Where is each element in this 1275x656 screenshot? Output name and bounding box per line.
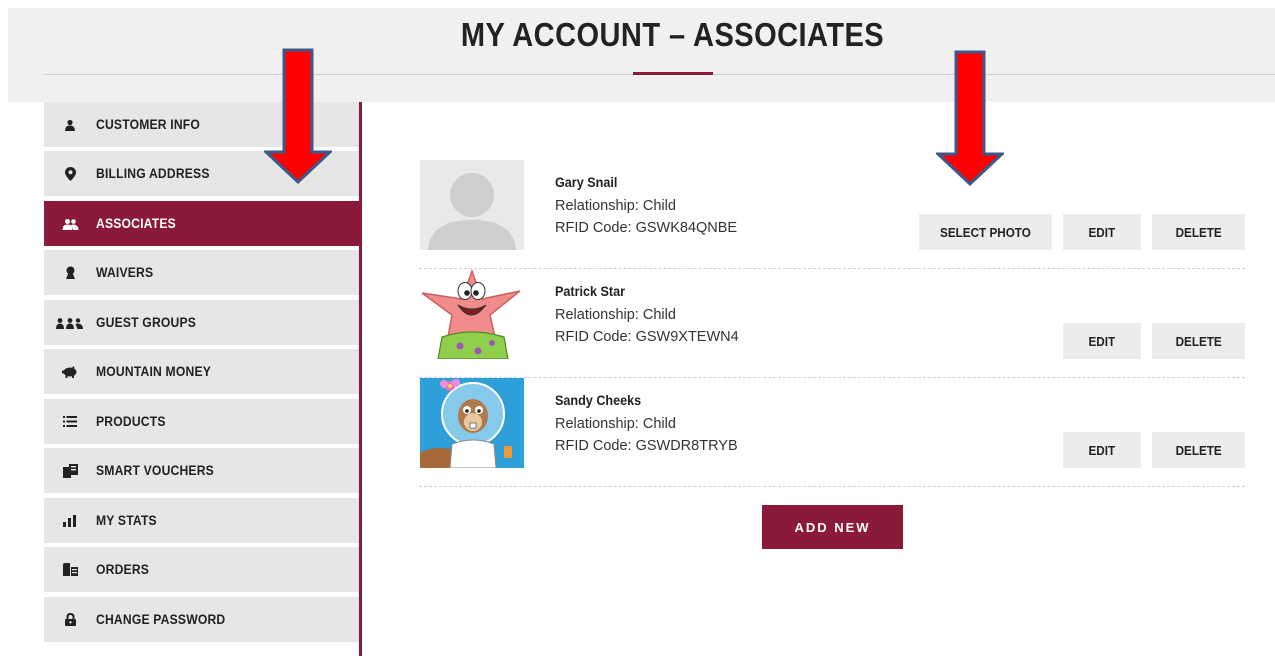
sidebar-item-waivers[interactable]: WAIVERS xyxy=(44,250,359,295)
users-icon xyxy=(44,218,96,230)
title-underline xyxy=(633,72,713,75)
map-pin-icon xyxy=(44,166,96,181)
group-icon xyxy=(44,317,96,329)
associate-row: Sandy Cheeks Relationship: Child RFID Co… xyxy=(419,378,1245,487)
add-new-button[interactable]: ADD NEW xyxy=(762,505,903,549)
sidebar-item-orders[interactable]: ORDERS xyxy=(44,547,359,592)
associate-relationship: Relationship: Child xyxy=(555,307,676,323)
sidebar-item-label: ASSOCIATES xyxy=(96,216,176,231)
page-title: MY ACCOUNT – ASSOCIATES xyxy=(460,16,885,53)
placeholder-avatar xyxy=(420,160,524,250)
orders-icon xyxy=(44,563,96,576)
edit-button[interactable]: EDIT xyxy=(1063,214,1141,250)
delete-button[interactable]: DELETE xyxy=(1152,214,1245,250)
sandy-cheeks-image xyxy=(420,378,524,468)
sidebar-item-smart-vouchers[interactable]: SMART VOUCHERS xyxy=(44,448,359,493)
sidebar-item-label: MOUNTAIN MONEY xyxy=(96,364,212,379)
associate-rfid: RFID Code: GSWK84QNBE xyxy=(555,220,738,236)
associate-name: Gary Snail xyxy=(555,174,618,190)
edit-button[interactable]: EDIT xyxy=(1063,432,1141,468)
associate-name: Sandy Cheeks xyxy=(555,392,642,408)
select-photo-button[interactable]: SELECT PHOTO xyxy=(919,214,1052,250)
associate-row: Patrick Star Relationship: Child RFID Co… xyxy=(419,269,1245,378)
associate-rfid: RFID Code: GSW9XTEWN4 xyxy=(555,329,739,345)
sidebar-item-label: PRODUCTS xyxy=(96,414,166,429)
voucher-icon xyxy=(44,463,96,478)
user-icon xyxy=(44,119,96,131)
down-arrow-icon xyxy=(936,50,1004,186)
sidebar-item-my-stats[interactable]: MY STATS xyxy=(44,498,359,543)
sidebar-item-products[interactable]: PRODUCTS xyxy=(44,399,359,444)
bar-chart-icon xyxy=(44,514,96,527)
associate-relationship: Relationship: Child xyxy=(555,416,676,432)
lock-icon xyxy=(44,613,96,626)
list-icon xyxy=(44,416,96,427)
edit-button[interactable]: EDIT xyxy=(1063,323,1141,359)
sidebar-item-mountain-money[interactable]: MOUNTAIN MONEY xyxy=(44,349,359,394)
sidebar-item-label: WAIVERS xyxy=(96,265,154,280)
associates-panel: Gary Snail Relationship: Child RFID Code… xyxy=(362,102,1275,656)
sidebar-item-label: SMART VOUCHERS xyxy=(96,463,214,478)
down-arrow-icon xyxy=(264,48,332,184)
sidebar-item-associates[interactable]: ASSOCIATES xyxy=(44,201,362,246)
associate-row: Gary Snail Relationship: Child RFID Code… xyxy=(419,160,1245,269)
associate-relationship: Relationship: Child xyxy=(555,198,676,214)
sidebar-item-label: GUEST GROUPS xyxy=(96,315,197,330)
piggy-bank-icon xyxy=(44,365,96,378)
account-sidebar: CUSTOMER INFO BILLING ADDRESS ASSOCIATES… xyxy=(44,102,362,656)
associate-name: Patrick Star xyxy=(555,283,626,299)
sidebar-item-label: CHANGE PASSWORD xyxy=(96,612,226,627)
sidebar-item-guest-groups[interactable]: GUEST GROUPS xyxy=(44,300,359,345)
associate-rfid: RFID Code: GSWDR8TRYB xyxy=(555,438,738,454)
patrick-star-image xyxy=(420,269,524,359)
sidebar-item-label: ORDERS xyxy=(96,562,150,577)
sidebar-item-label: MY STATS xyxy=(96,513,157,528)
sidebar-item-change-password[interactable]: CHANGE PASSWORD xyxy=(44,597,359,642)
signature-icon xyxy=(44,266,96,279)
delete-button[interactable]: DELETE xyxy=(1152,432,1245,468)
sidebar-item-label: CUSTOMER INFO xyxy=(96,117,201,132)
sidebar-item-label: BILLING ADDRESS xyxy=(96,166,210,181)
delete-button[interactable]: DELETE xyxy=(1152,323,1245,359)
